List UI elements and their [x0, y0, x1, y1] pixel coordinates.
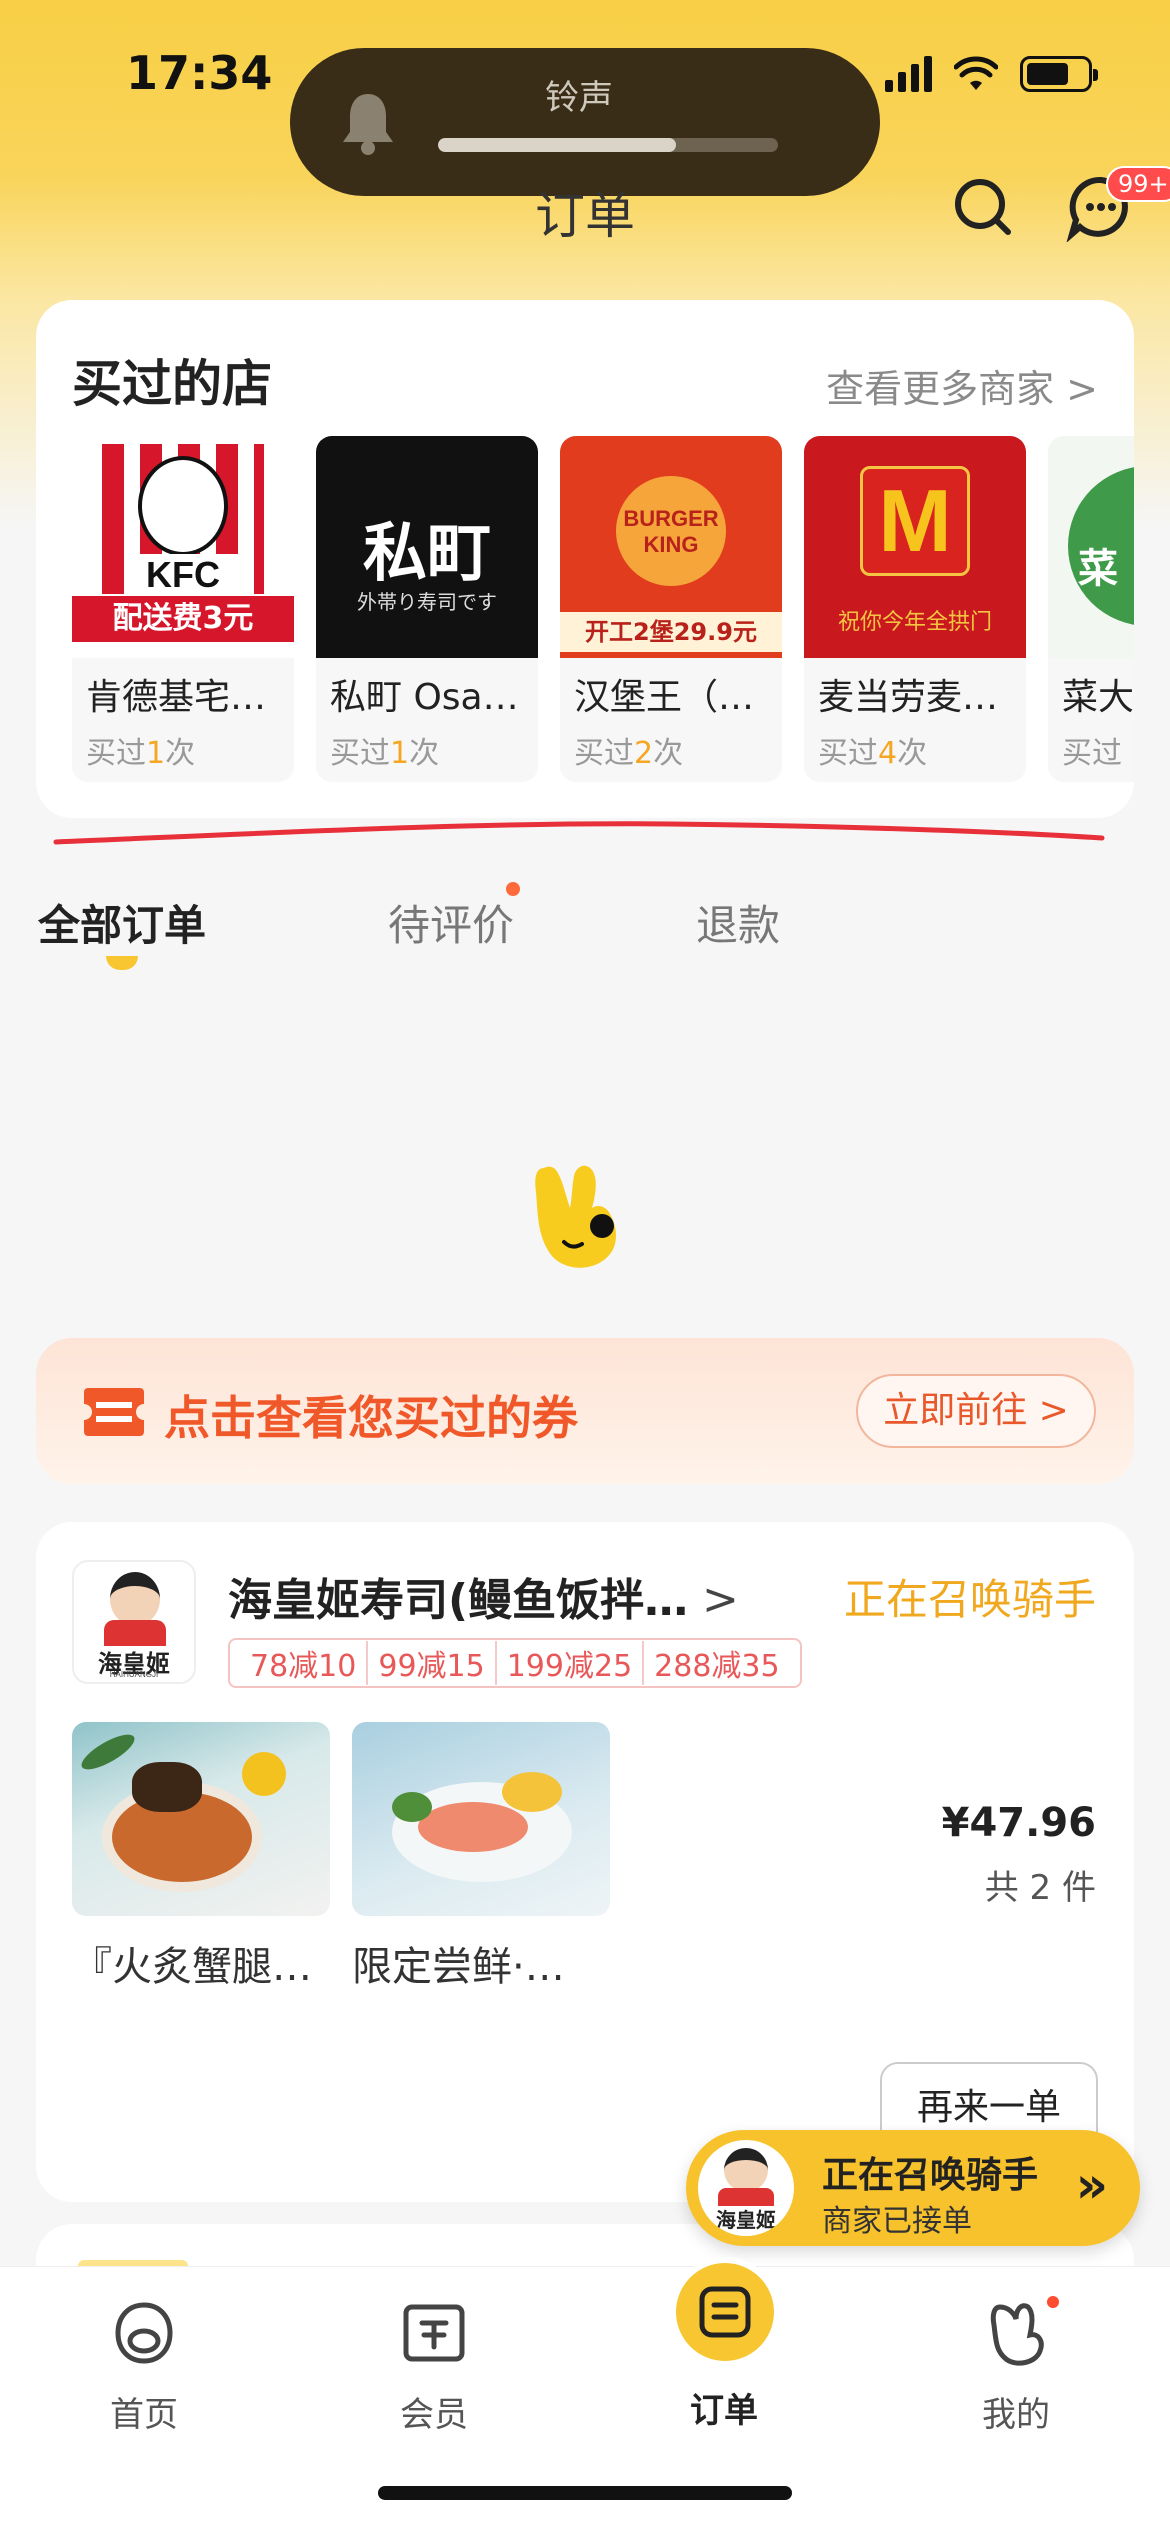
- status-time: 17:34: [126, 46, 273, 100]
- store-logo: BURGER KING 开工2堡29.9元: [560, 436, 782, 658]
- shop-logo: 海皇姬 HAIHUANGJI: [72, 1560, 196, 1684]
- coupon-icon: [84, 1388, 144, 1436]
- store-buy-count: 买过2次: [574, 736, 684, 771]
- store-item-partial[interactable]: 菜 菜大 买过: [1048, 436, 1134, 782]
- profile-icon: [990, 2303, 1044, 2366]
- tab-refund[interactable]: 退款: [696, 892, 780, 953]
- mascot-icon: [535, 1165, 616, 1268]
- store-buy-count: 买过1次: [86, 736, 196, 771]
- store-name: 肯德基宅…: [86, 677, 267, 718]
- logo-banner: 配送费3元: [72, 596, 294, 642]
- store-logo: 菜: [1048, 436, 1134, 658]
- order-price: ¥47.96: [941, 1800, 1096, 1846]
- promo-tag: 78减10: [250, 1649, 357, 1684]
- nav-label: 我的: [982, 2395, 1050, 2435]
- shop-name[interactable]: 海皇姬寿司(鳗鱼饭拌…: [228, 1564, 688, 1628]
- coupon-banner[interactable]: 点击查看您买过的券 立即前往 >: [36, 1338, 1134, 1484]
- ringer-volume-hud: 铃声: [290, 48, 880, 196]
- store-item-sicho[interactable]: 私町 外帯り寿司です 私町 Osa… 买过1次: [316, 436, 538, 782]
- tab-notification-dot: [506, 882, 520, 896]
- nav-label: 会员: [400, 2395, 468, 2435]
- tab-active-indicator: [106, 956, 138, 970]
- store-item-kfc[interactable]: KFC 配送费3元 肯德基宅… 买过1次: [72, 436, 294, 782]
- store-buy-count: 买过4次: [818, 736, 928, 771]
- logo-text: KFC: [124, 554, 242, 595]
- store-logo: KFC 配送费3元: [72, 436, 294, 658]
- battery-icon: [1020, 56, 1098, 92]
- store-buy-count: 买过1次: [330, 736, 440, 771]
- home-indicator: [378, 2486, 792, 2500]
- food-image-crab[interactable]: [72, 1722, 330, 1916]
- store-item-burger-king[interactable]: BURGER KING 开工2堡29.9元 汉堡王（… 买过2次: [560, 436, 782, 782]
- promo-tag: 288减35: [642, 1641, 789, 1685]
- nav-member[interactable]: 会员: [334, 2297, 534, 2436]
- logo-banner: 开工2堡29.9元: [560, 612, 782, 652]
- logo-text: BURGER KING: [623, 506, 719, 557]
- nav-orders[interactable]: 订单: [624, 2297, 824, 2432]
- logo-banner: 祝你今年全拱门: [837, 610, 992, 635]
- nav-home[interactable]: 首页: [44, 2297, 244, 2436]
- profile-notification-dot: [1044, 2293, 1062, 2311]
- logo-text: 菜: [1078, 546, 1118, 592]
- store-name: 麦当劳麦…: [818, 677, 999, 718]
- double-chevron-right-icon: »: [1075, 2156, 1108, 2214]
- promo-tag: 99减15: [366, 1641, 494, 1685]
- shop-avatar: 海皇姬: [698, 2140, 794, 2236]
- volume-fill: [438, 138, 676, 152]
- rider-pill-subtitle: 商家已接单: [822, 2204, 972, 2239]
- status-icons: [885, 56, 1098, 92]
- store-buy-count: 买过: [1062, 736, 1122, 771]
- chevron-right-icon[interactable]: >: [702, 1574, 739, 1625]
- store-logo: 私町 外帯り寿司です: [316, 436, 538, 658]
- tab-to-review[interactable]: 待评价: [388, 892, 514, 953]
- store-logo: M 祝你今年全拱门: [804, 436, 1026, 658]
- go-now-button[interactable]: 立即前往 >: [856, 1374, 1096, 1448]
- nav-label: 订单: [690, 2391, 758, 2431]
- store-name: 私町 Osa…: [330, 677, 519, 718]
- store-name: 菜大: [1062, 677, 1134, 718]
- nav-profile[interactable]: 我的: [916, 2297, 1116, 2436]
- order-card[interactable]: 海皇姬 HAIHUANGJI 海皇姬寿司(鳗鱼饭拌… > 正在召唤骑手 78减1…: [36, 1522, 1134, 2202]
- food-name: 限定尝鲜·…: [352, 1944, 565, 1990]
- coupon-banner-text: 点击查看您买过的券: [164, 1391, 578, 1445]
- ringer-label: 铃声: [545, 78, 613, 118]
- cellular-signal-icon: [885, 56, 932, 92]
- search-icon[interactable]: [948, 172, 1018, 242]
- member-icon: [403, 2304, 465, 2362]
- order-quantity: 共 2 件: [984, 1868, 1096, 1908]
- logo-banner: 外帯り寿司です: [357, 590, 497, 614]
- logo-text: M: [878, 471, 952, 570]
- volume-track: [438, 138, 778, 152]
- bought-stores-card: 买过的店 查看更多商家 > KFC 配送费3元 肯德基宅… 买过1次 私町 外帯…: [36, 300, 1134, 818]
- logo-text: 私町: [363, 516, 491, 591]
- promo-tags: 78减10 99减15 199减25 288减35: [228, 1638, 802, 1688]
- promo-tag: 199减25: [494, 1641, 642, 1685]
- nav-label: 首页: [110, 2395, 178, 2435]
- food-image-sashimi[interactable]: [352, 1722, 610, 1916]
- home-icon: [115, 2302, 173, 2364]
- bought-stores-title: 买过的店: [72, 355, 272, 413]
- message-badge: 99+: [1106, 166, 1170, 202]
- rider-status-pill[interactable]: 海皇姬 正在召唤骑手 商家已接单 »: [686, 2130, 1140, 2246]
- shop-avatar-text: 海皇姬: [716, 2208, 776, 2232]
- bell-icon: [343, 94, 393, 155]
- store-name: 汉堡王（…: [574, 677, 755, 718]
- rider-pill-title: 正在召唤骑手: [822, 2155, 1039, 2196]
- order-status: 正在召唤骑手: [843, 1575, 1096, 1624]
- store-item-mcdonalds[interactable]: M 祝你今年全拱门 麦当劳麦… 买过4次: [804, 436, 1026, 782]
- shop-logo-subtext: HAIHUANGJI: [109, 1670, 159, 1679]
- see-more-stores-link[interactable]: 查看更多商家 >: [826, 358, 1098, 413]
- food-name: 『火炙蟹腿…: [72, 1944, 312, 1990]
- tab-all-orders[interactable]: 全部订单: [38, 892, 206, 953]
- wifi-icon: [954, 56, 998, 90]
- hand-drawn-underline: [53, 821, 1105, 845]
